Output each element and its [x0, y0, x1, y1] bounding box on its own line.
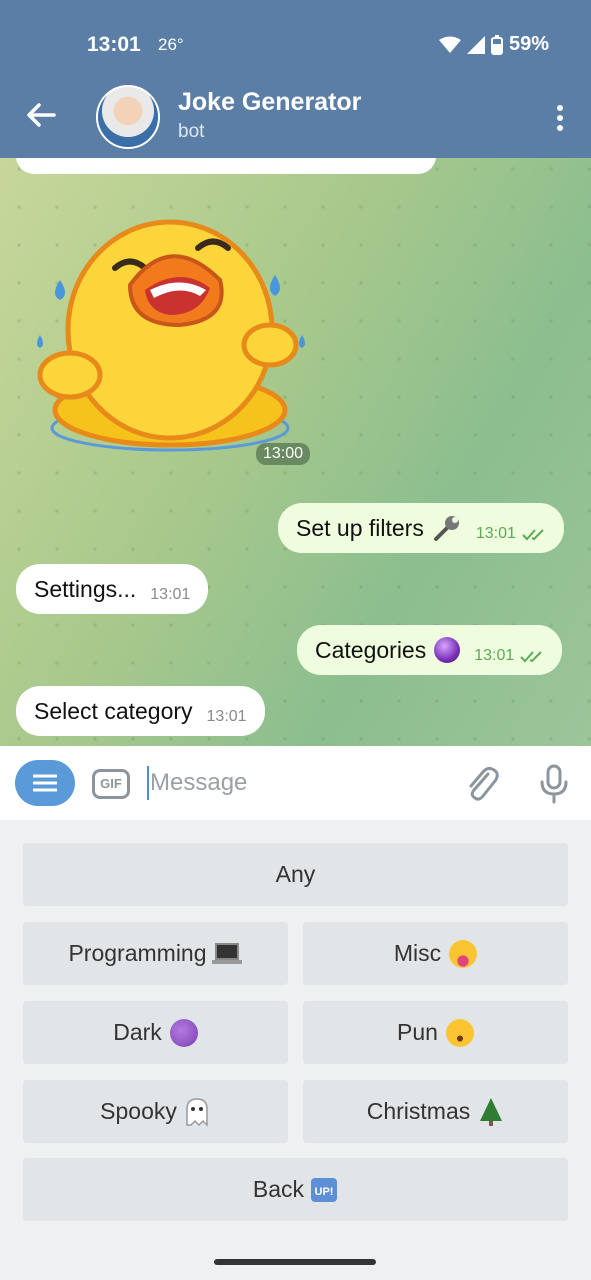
home-indicator[interactable] — [214, 1259, 376, 1265]
message-input[interactable] — [150, 766, 440, 800]
status-temperature: 26° — [158, 35, 184, 54]
duck-sticker[interactable] — [30, 200, 310, 470]
message-text: Categories — [315, 636, 427, 663]
button-label: Programming — [68, 940, 207, 966]
message-incoming[interactable]: Select category 13:01 — [16, 686, 265, 736]
menu-icon — [33, 774, 57, 792]
button-label: Misc — [393, 940, 442, 966]
battery-percent: 59% — [508, 33, 549, 55]
chat-area[interactable]: 13:00 Set up filters 13:01 Settings... 1… — [0, 150, 591, 746]
wifi-icon — [438, 36, 461, 53]
bot-menu-button[interactable] — [15, 760, 75, 806]
message-time: 13:01 — [474, 647, 515, 664]
message-time: 13:01 — [150, 586, 191, 603]
keyboard-button-misc[interactable]: Misc — [303, 922, 568, 985]
smiling-imp-icon — [169, 1018, 198, 1047]
text-cursor — [147, 766, 149, 800]
read-checkmarks-icon — [522, 529, 544, 541]
status-bar: 13:01 26° 59% — [0, 0, 591, 90]
keyboard-button-pun[interactable]: Pun — [303, 1001, 568, 1064]
chat-subtitle: bot — [178, 121, 205, 142]
keyboard-button-back[interactable]: Back UP! — [23, 1158, 568, 1221]
message-text: Set up filters — [296, 514, 424, 541]
svg-text:UP!: UP! — [315, 1186, 334, 1198]
button-label: Pun — [397, 1019, 438, 1045]
message-text: Settings... — [34, 575, 137, 602]
ghost-icon — [186, 1097, 208, 1127]
read-checkmarks-icon — [520, 651, 542, 663]
keyboard-button-spooky[interactable]: Spooky — [23, 1080, 288, 1143]
message-outgoing[interactable]: Categories 13:01 — [297, 625, 563, 675]
christmas-tree-icon — [480, 1097, 503, 1126]
gif-button[interactable]: GIF — [92, 769, 130, 799]
keyboard-button-any[interactable]: Any — [23, 843, 568, 906]
up-button-icon: UP! — [311, 1177, 338, 1202]
status-time: 13:01 — [87, 33, 141, 56]
message-outgoing[interactable]: Set up filters 13:01 — [278, 503, 564, 553]
bot-keyboard: Any Programming Misc Dark Pun Spooky Chr… — [0, 820, 591, 1280]
keyboard-button-christmas[interactable]: Christmas — [303, 1080, 568, 1143]
chat-title[interactable]: Joke Generator — [178, 88, 361, 117]
more-options-icon[interactable] — [555, 104, 565, 132]
keyboard-button-programming[interactable]: Programming — [23, 922, 288, 985]
crystal-ball-icon — [434, 637, 461, 663]
message-time: 13:01 — [475, 525, 516, 542]
keyboard-button-dark[interactable]: Dark — [23, 1001, 288, 1064]
status-indicators: 59% — [438, 33, 549, 56]
chat-header: Joke Generator bot — [0, 84, 591, 150]
message-composer: GIF — [0, 746, 591, 820]
message-time: 13:00 — [256, 443, 311, 465]
back-arrow-icon[interactable] — [24, 98, 58, 132]
squinting-tongue-icon — [449, 939, 478, 968]
microphone-icon[interactable] — [538, 764, 570, 804]
button-label: Back — [252, 1176, 305, 1202]
battery-icon — [490, 34, 503, 55]
signal-icon — [466, 35, 485, 54]
wrench-icon — [433, 516, 459, 541]
button-label: Any — [275, 861, 316, 887]
attach-icon[interactable] — [464, 764, 500, 804]
laptop-icon — [211, 942, 242, 964]
message-time: 13:01 — [206, 708, 247, 725]
message-text: Select category — [34, 697, 193, 724]
message-incoming[interactable]: Settings... 13:01 — [16, 564, 209, 614]
hushed-face-icon — [445, 1018, 474, 1047]
avatar[interactable] — [96, 85, 160, 149]
button-label: Christmas — [366, 1098, 471, 1124]
app-header: 13:01 26° 59% Joke Generator bot — [0, 0, 591, 158]
button-label: Spooky — [100, 1098, 177, 1124]
button-label: Dark — [113, 1019, 162, 1045]
